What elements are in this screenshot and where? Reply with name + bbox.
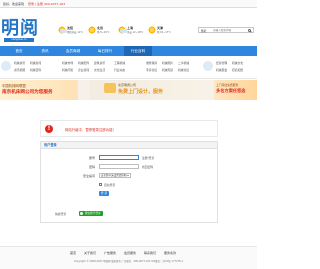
nav-item-shop[interactable]: 会员商城 [60,46,86,56]
banner-headline: 多名方案任您选 [216,88,246,93]
ad-banner-left[interactable]: 中国机械网联盟 南京机床网公司为您服务 [0,80,78,100]
nav-item-wiki[interactable]: 行业百科 [124,46,152,56]
quick-link[interactable]: 资讯视频 [14,68,25,72]
quick-link[interactable]: 机械知识 [162,68,173,72]
quick-link[interactable]: 机械市场 [62,61,73,65]
logo-domain: xiangmao.cn [4,38,34,42]
password-label: 密码 [88,165,95,169]
notice-message: 网站升级中，暂停登录注册功能！ [65,128,116,132]
wechat-login-label: 微信账号登录 [85,212,101,215]
quick-link[interactable]: 专家论坛 [146,68,157,72]
cloud-icon [60,29,67,33]
footer-link-membership[interactable]: 会员服务 [124,251,136,255]
login-button[interactable]: 登 录 [99,191,109,196]
weather-widget-4: 天津 晴 10~17℃ [148,26,184,36]
weather-desc: 晴 8~20℃ [97,31,110,34]
banner-caption: 中国机械网联盟 [2,84,26,88]
quick-link[interactable]: 机械问答 [62,68,73,72]
quick-login-label: 快捷登录 [55,212,67,216]
quick-link[interactable]: 机械文化 [232,61,243,65]
username-field[interactable] [99,155,139,160]
banner-headline: 免费上门设计，服务 [118,89,164,95]
wechat-login-button[interactable]: 微信账号登录 [79,211,103,216]
login-register-hotline[interactable]: 登录 | 注册 400-0077-163 [28,2,65,6]
search-input[interactable] [213,29,245,32]
quick-link[interactable]: 机械展会 [216,68,227,72]
auto-login-label: 自动登录 [104,183,116,187]
main-nav: 首页 资讯 会员商城 每日排行 行业百科 [0,46,257,56]
logo-text: 明阅 [1,18,39,39]
quick-link[interactable]: 企业新闻 [78,68,89,72]
quick-link[interactable]: 工程机械 [114,61,125,65]
quick-link[interactable]: 经营管理 [216,61,227,65]
weather-desc: 多云 12~18℃ [127,31,144,34]
footer-link-home[interactable]: 首页 [70,251,76,255]
login-panel: 用户登录 账号 注册/登录 密码 找回密码 安全提问 安全提问(未设置请忽略) … [40,141,218,223]
category-icon [203,61,213,71]
company-logo-icon [104,83,116,93]
quick-link[interactable]: 维修保养 [146,61,157,65]
maintenance-notice: ! 网站升级中，暂停登录注册功能！ [40,120,218,137]
banner-caption: 上门评估免费服务 [216,83,239,87]
quick-link[interactable]: 行业动态 [114,68,125,72]
quick-link[interactable]: 文化生活 [94,68,105,72]
footer-link-ads[interactable]: 广告服务 [104,251,116,255]
register-link[interactable]: 注册/登录 [142,156,154,160]
forgot-password-link[interactable]: 找回密码 [142,165,153,169]
wechat-icon [80,212,83,215]
top-bar: 您好，欢迎来到 登录 | 注册 400-0077-163 [0,0,257,8]
weather-desc: 晴 10~17℃ [157,31,171,34]
quick-link[interactable]: 招商加盟 [232,68,243,72]
ad-banner-strip: 中国机械网联盟 南京机床网公司为您服务 北京明阅公司 免费上门设计，服务 上门评… [0,80,257,100]
username-label: 账号 [88,156,95,160]
category-icon [1,61,11,71]
quick-link[interactable]: 机械配件 [78,61,89,65]
security-question-select[interactable]: 安全提问(未设置请忽略) [99,173,131,178]
login-title: 用户登录 [41,142,217,149]
quick-link[interactable]: 机械百科 [30,68,41,72]
weather-desc: 晴转多云 12℃ [67,31,84,34]
chevron-down-icon [127,175,129,176]
sun-icon [148,26,156,34]
footer: 首页 关于我们 广告服务 会员服务 联系我们 服务条款 Copyright © … [0,246,257,269]
search-box: 整机 [198,27,254,33]
ad-banner-center[interactable]: 北京明阅公司 免费上门设计，服务 [90,80,202,100]
footer-link-about[interactable]: 关于我们 [84,251,96,255]
footer-link-contact[interactable]: 联系我们 [144,251,156,255]
sun-icon [88,26,96,34]
quick-link[interactable]: 二手机械 [178,61,189,65]
cloud-icon [120,29,127,33]
password-field[interactable] [99,164,139,169]
quick-link[interactable]: 机械资讯 [14,61,25,65]
banner-caption: 北京明阅公司 [118,83,137,87]
nav-item-home[interactable]: 首页 [8,46,30,56]
quick-link[interactable]: 机械新闻 [30,61,41,65]
quick-link[interactable]: 建筑资讯 [94,61,105,65]
nav-item-news[interactable]: 资讯 [34,46,56,56]
security-question-value: 安全提问(未设置请忽略) [101,174,127,177]
nav-item-rank[interactable]: 每日排行 [92,46,118,56]
security-label: 安全提问 [82,174,95,178]
site-logo[interactable]: 明阅 xiangmao.cn [0,20,48,44]
quick-link[interactable]: 机械图片 [162,61,173,65]
greeting-text: 您好，欢迎来到 [3,2,25,6]
warning-icon: ! [45,125,53,133]
search-type-select[interactable]: 整机 [201,29,206,33]
quick-links: 机械资讯 机械新闻 机械市场 机械配件 建筑资讯 工程机械 维修保养 机械图片 … [0,57,257,79]
copyright-text: Copyright © 2008-2023 明阅网 版权所有 广告服务：400-… [73,260,184,263]
auto-login-checkbox[interactable] [99,183,102,186]
search-button[interactable] [247,28,252,33]
footer-link-terms[interactable]: 服务条款 [164,251,176,255]
ad-banner-right[interactable]: 上门评估免费服务 多名方案任您选 [214,80,257,100]
quick-link[interactable]: 机械论坛 [178,68,189,72]
banner-headline: 南京机床网公司为您服务 [2,90,53,95]
